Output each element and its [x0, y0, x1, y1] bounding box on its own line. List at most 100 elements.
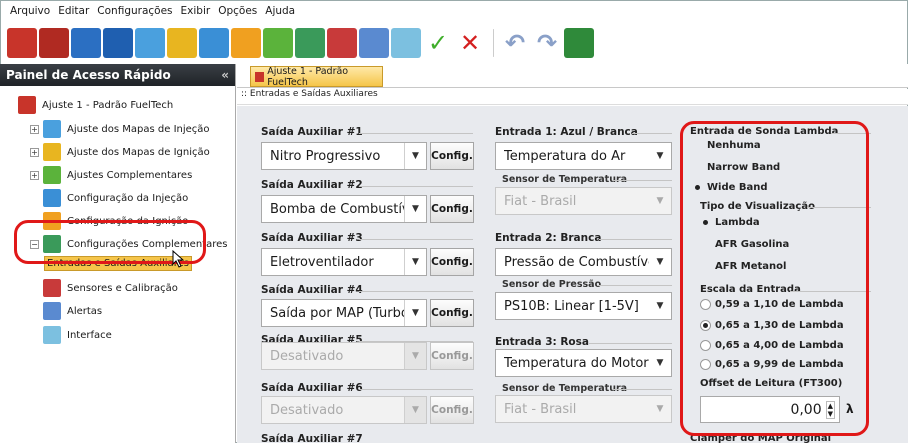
expand-icon[interactable]: + [30, 124, 39, 134]
select-value: Desativado [270, 348, 344, 364]
complementary-tool-icon[interactable] [295, 28, 325, 58]
injection-map-icon [43, 120, 61, 138]
mouse-cursor-icon [172, 250, 185, 268]
tree-item-complementary-adjust[interactable]: + Ajustes Complementares [30, 166, 192, 184]
toolbar-separator [493, 29, 494, 57]
toolbar: ✓ ✕ ↶ ↷ [1, 22, 907, 64]
input-3-sensor-select[interactable]: Fiat - Brasil ▼ [495, 395, 672, 423]
injection-config-icon [43, 189, 61, 207]
open-file-icon[interactable] [7, 28, 37, 58]
output-2-config-button[interactable]: Config. [430, 195, 474, 223]
graph-tool-icon[interactable] [263, 28, 293, 58]
input-2-sensor-label: Sensor de Pressão [502, 279, 602, 290]
input-3-label: Entrada 3: Rosa [495, 336, 589, 348]
injection-config-tool-icon[interactable] [199, 28, 229, 58]
ignition-config-tool-icon[interactable] [231, 28, 261, 58]
tree-item-ignition-maps[interactable]: + Ajuste dos Mapas de Ignição [30, 143, 210, 161]
tree-item-label: Ajuste dos Mapas de Injeção [67, 123, 210, 135]
divider [597, 285, 672, 286]
select-value: Bomba de Combustível [270, 201, 404, 217]
sensors-icon [43, 279, 61, 297]
tab-ajuste-1[interactable]: Ajuste 1 - Padrão FuelTech [250, 65, 383, 88]
output-1-select[interactable]: Nitro Progressivo ▼ [261, 142, 427, 170]
save-to-ecu-icon[interactable] [564, 28, 594, 58]
output-3-config-button[interactable]: Config. [430, 248, 474, 276]
undo-icon[interactable]: ↶ [500, 28, 530, 58]
chevron-down-icon: ▼ [656, 358, 664, 368]
divider [612, 389, 672, 390]
input-1-label: Entrada 1: Azul / Branca [495, 126, 638, 138]
highlight-circle-lambda [680, 121, 869, 436]
tree-item-label: Configuração da Injeção [67, 192, 189, 204]
select-value: Fiat - Brasil [504, 401, 577, 417]
chevron-down-icon: ▼ [656, 257, 664, 267]
select-value: Eletroventilador [270, 254, 374, 270]
ignition-map-icon [43, 143, 61, 161]
menu-arquivo[interactable]: Arquivo [9, 5, 51, 17]
redo-icon[interactable]: ↷ [532, 28, 562, 58]
tree-item-alerts[interactable]: Alertas [43, 302, 102, 320]
output-6-select[interactable]: Desativado ▼ [261, 396, 427, 424]
input-3-select[interactable]: Temperatura do Motor ▼ [495, 349, 672, 377]
check-icon[interactable]: ✓ [423, 28, 453, 58]
menu-ajuda[interactable]: Ajuda [264, 5, 296, 17]
input-2-select[interactable]: Pressão de Combustível ▼ [495, 248, 672, 276]
divider [359, 186, 473, 187]
divider [612, 180, 672, 181]
output-1-config-button[interactable]: Config. [430, 142, 474, 170]
input-3-sensor-label: Sensor de Temperatura [502, 383, 628, 394]
expand-icon[interactable]: + [30, 170, 39, 180]
divider [359, 239, 473, 240]
output-3-select[interactable]: Eletroventilador ▼ [261, 248, 427, 276]
sensors-tool-icon[interactable] [327, 28, 357, 58]
alerts-tool-icon[interactable] [359, 28, 389, 58]
chevron-down-icon: ▼ [656, 196, 664, 206]
input-2-sensor-select[interactable]: PS10B: Linear [1-5V] ▼ [495, 292, 672, 320]
output-5-config-button[interactable]: Config. [430, 342, 474, 370]
injection-map-tool-icon[interactable] [135, 28, 165, 58]
divider [632, 133, 672, 134]
menu-editar[interactable]: Editar [57, 5, 90, 17]
output-4-select[interactable]: Saída por MAP (Turbo) ▼ [261, 299, 427, 327]
ignition-map-tool-icon[interactable] [167, 28, 197, 58]
chevron-down-icon: ▼ [404, 143, 426, 169]
output-4-label: Saída Auxiliar #4 [261, 284, 363, 296]
input-1-select[interactable]: Temperatura do Ar ▼ [495, 142, 672, 170]
save-file-icon[interactable] [39, 28, 69, 58]
collapse-panel-icon[interactable]: « [221, 68, 229, 82]
input-1-sensor-select[interactable]: Fiat - Brasil ▼ [495, 187, 672, 215]
breadcrumb: :: Entradas e Saídas Auxiliares [237, 89, 908, 105]
tab-label: Ajuste 1 - Padrão FuelTech [267, 65, 349, 88]
tree-item-injection-config[interactable]: Configuração da Injeção [43, 189, 188, 207]
menu-opcoes[interactable]: Opções [217, 5, 258, 17]
tree-item-label: Interface [67, 329, 112, 341]
select-value: Temperatura do Ar [504, 148, 626, 164]
fueltech-icon [18, 96, 36, 114]
complementary-adjust-icon [43, 166, 61, 184]
tree-item-label: Ajustes Complementares [67, 169, 193, 181]
output-4-config-button[interactable]: Config. [430, 299, 474, 327]
output-5-select[interactable]: Desativado ▼ [261, 342, 427, 370]
output-6-config-button[interactable]: Config. [430, 396, 474, 424]
tree-item-interface[interactable]: Interface [43, 326, 112, 344]
expand-icon[interactable]: + [30, 147, 39, 157]
tree-item-injection-maps[interactable]: + Ajuste dos Mapas de Injeção [30, 120, 210, 138]
ecu-read-icon[interactable] [71, 28, 101, 58]
menu-exibir[interactable]: Exibir [180, 5, 212, 17]
chevron-down-icon: ▼ [656, 301, 664, 311]
ecu-write-icon[interactable] [103, 28, 133, 58]
select-value: Fiat - Brasil [504, 193, 577, 209]
chevron-down-icon: ▼ [404, 343, 426, 369]
panel-header: Painel de Acesso Rápido « [0, 64, 235, 86]
close-icon[interactable]: ✕ [455, 28, 485, 58]
menu-configuracoes[interactable]: Configurações [96, 5, 173, 17]
select-value: Saída por MAP (Turbo) [270, 305, 404, 321]
output-2-select[interactable]: Bomba de Combustível▼ [261, 195, 427, 223]
divider [359, 291, 473, 292]
divider [359, 133, 473, 134]
tree-item-ajuste[interactable]: Ajuste 1 - Padrão FuelTech [18, 96, 173, 114]
tree-item-sensors[interactable]: Sensores e Calibração [43, 279, 178, 297]
tree-item-label: Ajuste 1 - Padrão FuelTech [42, 99, 174, 111]
interface-tool-icon[interactable] [391, 28, 421, 58]
output-7-label: Saída Auxiliar #7 [261, 433, 363, 445]
